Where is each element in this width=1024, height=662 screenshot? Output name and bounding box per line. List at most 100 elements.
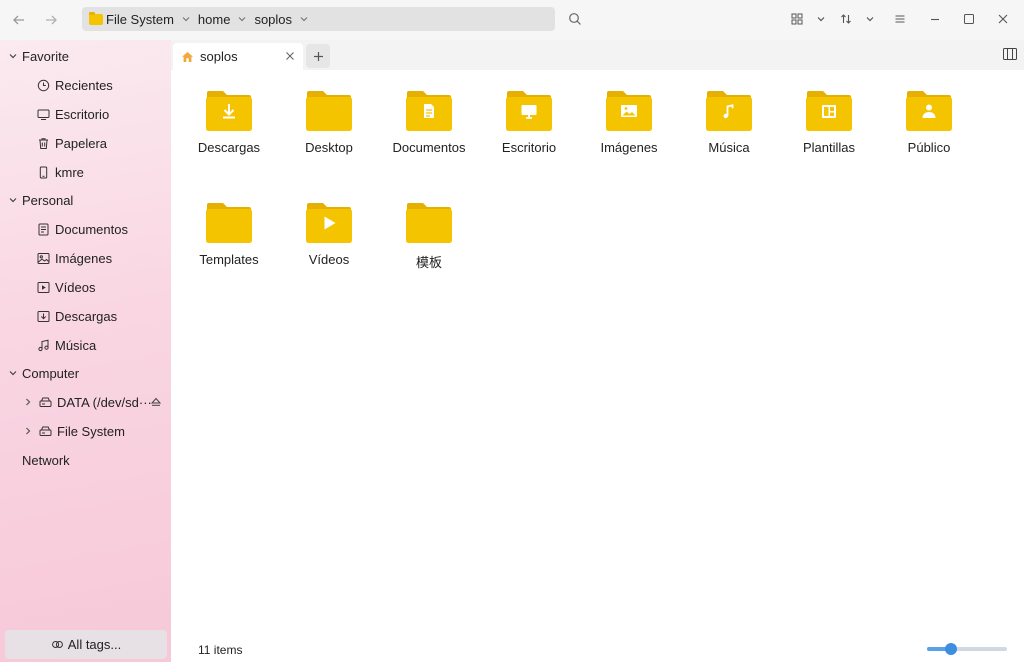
search-button[interactable] [564,8,586,30]
file-name: Imágenes [600,140,658,155]
chevron-down-icon[interactable] [177,7,195,31]
sidebar-item-papelera[interactable]: Papelera [0,129,171,157]
minimize-button[interactable] [924,8,946,30]
file-item[interactable]: Templates [179,182,279,286]
file-item[interactable]: Desktop [279,70,379,174]
file-item[interactable]: Documentos [379,70,479,174]
toolbar: File System home soplos [0,0,1024,40]
file-item[interactable]: Descargas [179,70,279,174]
all-tags-button[interactable]: All tags... [5,630,167,659]
drive-icon [38,424,52,438]
sidebar-item-recientes[interactable]: Recientes [0,71,171,99]
chevron-right-icon[interactable] [22,397,34,407]
file-name: Plantillas [802,140,856,155]
search-icon [569,13,581,25]
eject-icon[interactable] [150,396,162,408]
music-icon [36,338,50,352]
video-icon [36,280,50,294]
file-item[interactable]: Plantillas [779,70,879,174]
crumb-label: home [197,11,231,27]
tab-label: soplos [200,49,238,64]
crumb-soplos[interactable]: soplos [251,7,295,31]
folder-video-icon [306,203,352,243]
sidebar-item-escritorio[interactable]: Escritorio [0,100,171,128]
sidebar-item-data-drive[interactable]: DATA (/dev/sd··· [0,388,171,416]
sidebar-group-personal[interactable]: Personal [0,186,171,214]
sidebar-item-descargas[interactable]: Descargas [0,302,171,330]
file-name: 模板 [415,255,442,270]
chevron-right-icon[interactable] [22,426,34,436]
view-mode-button[interactable] [786,8,808,30]
tag-icon [51,641,63,648]
file-item[interactable]: Escritorio [479,70,579,174]
file-name: Vídeos [308,252,350,267]
sidebar-item-label: Descargas [55,308,118,324]
sidebar-item-label: File System [57,423,125,439]
forward-button[interactable] [39,8,63,32]
folder-icon [206,203,252,243]
chevron-down-icon [6,368,20,378]
item-count: 11 items [198,643,243,657]
sidebar-group-network[interactable]: Network [0,446,171,474]
close-window-button[interactable] [992,8,1014,30]
sidebar-item-kmre[interactable]: kmre [0,158,171,186]
sort-button[interactable] [835,8,857,30]
chevron-down-icon[interactable] [295,7,313,31]
close-icon [998,14,1008,24]
file-item[interactable]: Imágenes [579,70,679,174]
sidebar-item-label: Vídeos [55,279,96,295]
drive-icon [38,395,52,409]
sidebar-item-file-system[interactable]: File System [0,417,171,445]
crumb-file-system[interactable]: File System [86,7,177,31]
sidebar-item-videos[interactable]: Vídeos [0,273,171,301]
folder-icon [89,11,103,25]
zoom-slider[interactable] [927,643,1007,655]
arrow-left-icon [13,15,24,25]
crumb-label: soplos [254,11,293,27]
sidebar-item-documentos[interactable]: Documentos [0,215,171,243]
sidebar-group-label: Favorite [22,48,69,64]
sidebar-group-label: Personal [22,192,74,208]
sort-dropdown[interactable] [859,8,881,30]
sidebar-group-label: Network [22,452,70,468]
folder-icon [306,91,352,131]
view-mode-dropdown[interactable] [810,8,832,30]
status-bar: 11 items [171,636,1024,662]
back-button[interactable] [7,8,31,32]
sidebar-item-label: kmre [55,164,84,180]
file-item[interactable]: Público [879,70,979,174]
file-manager-window: File System home soplos Favorite Recient… [0,0,1024,662]
new-tab-button[interactable] [306,44,330,68]
chevron-down-icon[interactable] [233,7,251,31]
menu-button[interactable] [889,8,911,30]
clock-icon [36,78,50,92]
file-item[interactable]: Vídeos [279,182,379,286]
file-name: Público [907,140,951,155]
breadcrumb[interactable]: File System home soplos [82,7,555,31]
grid-view-icon [791,13,803,25]
file-view[interactable]: Descargas Desktop Documentos Escritorio Imág… [171,70,1024,630]
file-item[interactable]: Música [679,70,779,174]
file-name: Documentos [392,140,466,155]
sidebar-item-musica[interactable]: Música [0,331,171,359]
file-item[interactable]: 模板 [379,182,479,286]
maximize-button[interactable] [958,8,980,30]
document-icon [36,222,50,236]
sidebar-item-label: Recientes [55,77,113,93]
sidebar-item-imagenes[interactable]: Imágenes [0,244,171,272]
minimize-icon [931,18,939,21]
split-view-icon[interactable] [1002,46,1018,62]
image-icon [36,251,50,265]
trash-icon [36,136,50,150]
close-icon [286,52,294,60]
sidebar-group-favorite[interactable]: Favorite [0,42,171,70]
close-tab-button[interactable] [283,49,297,63]
tab-bar: soplos [171,40,1024,70]
sidebar-group-computer[interactable]: Computer [0,359,171,387]
chevron-down-icon [6,195,20,205]
zoom-handle[interactable] [945,643,957,655]
folder-desktop-icon [506,91,552,131]
crumb-home[interactable]: home [195,7,234,31]
file-name: Música [708,140,750,155]
tab-soplos[interactable]: soplos [173,43,303,70]
